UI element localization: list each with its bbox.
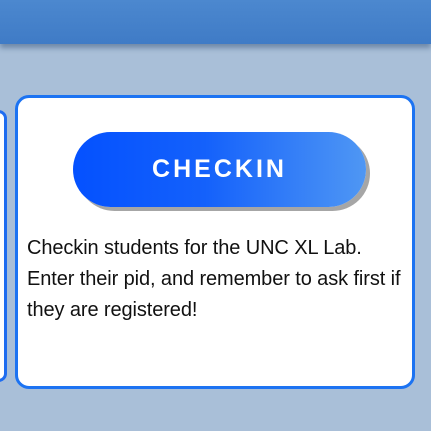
adjacent-card-edge	[0, 110, 7, 382]
top-navigation-bar	[0, 0, 431, 44]
checkin-button[interactable]: CHECKIN	[73, 132, 366, 207]
checkin-screen: CHECKIN Checkin students for the UNC XL …	[0, 0, 431, 431]
checkin-card: CHECKIN Checkin students for the UNC XL …	[15, 95, 415, 389]
checkin-description: Checkin students for the UNC XL Lab. Ent…	[27, 237, 401, 321]
